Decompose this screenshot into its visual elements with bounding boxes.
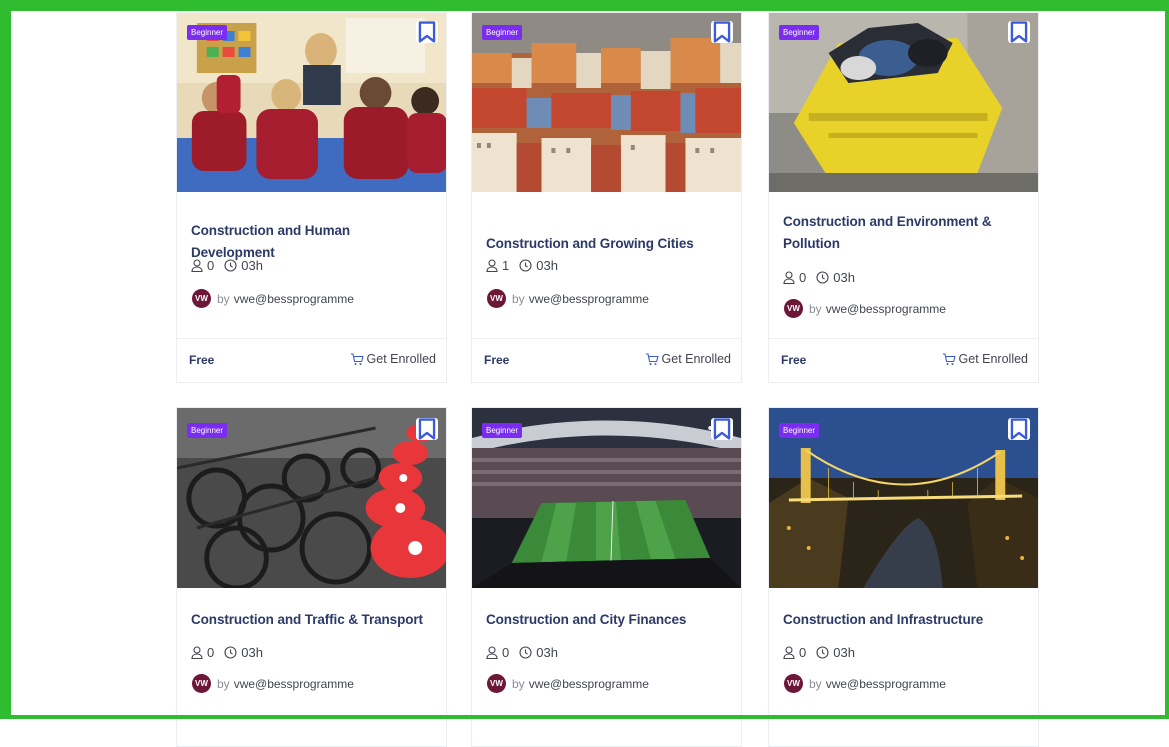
by-label: by [217, 676, 230, 691]
course-meta: 0 03h [191, 645, 263, 660]
user-icon [486, 646, 498, 659]
avatar: VW [192, 289, 211, 308]
course-thumbnail[interactable]: Beginner [769, 13, 1038, 192]
get-enrolled-button[interactable]: Get Enrolled [645, 352, 731, 366]
course-meta: 0 03h [783, 645, 855, 660]
student-count: 0 [207, 258, 215, 273]
get-enrolled-label: Get Enrolled [661, 352, 731, 366]
student-count: 0 [502, 645, 510, 660]
get-enrolled-label: Get Enrolled [366, 352, 436, 366]
level-badge: Beginner [779, 423, 820, 438]
course-duration: 03h [833, 645, 855, 660]
course-meta: 0 03h [486, 645, 558, 660]
student-count: 0 [207, 645, 215, 660]
course-duration: 03h [241, 645, 263, 660]
avatar: VW [487, 289, 506, 308]
course-duration: 03h [241, 258, 263, 273]
card-footer: Free Get Enrolled [177, 338, 446, 384]
course-thumbnail[interactable]: Beginner [472, 408, 741, 588]
course-author: VW by vwe@bessprogramme [487, 289, 649, 308]
bookmark-icon[interactable] [416, 21, 438, 43]
course-card[interactable]: Beginner Construction and Growing Cities… [471, 12, 742, 383]
course-card[interactable]: Beginner Construction and Traffic & Tran… [176, 407, 447, 747]
card-footer: Free Get Enrolled [769, 338, 1038, 384]
clock-icon [519, 259, 532, 272]
course-meta: 0 03h [191, 258, 263, 273]
get-enrolled-label: Get Enrolled [958, 352, 1028, 366]
bookmark-icon[interactable] [711, 21, 733, 43]
course-price: Free [484, 353, 510, 367]
course-title[interactable]: Construction and Growing Cities [486, 233, 731, 255]
course-card[interactable]: Beginner Construction and Human Developm… [176, 12, 447, 383]
author-name[interactable]: vwe@bessprogramme [234, 292, 354, 306]
course-duration: 03h [833, 270, 855, 285]
level-badge: Beginner [779, 25, 820, 40]
course-author: VW by vwe@bessprogramme [192, 674, 354, 693]
bookmark-icon[interactable] [711, 418, 733, 440]
student-count: 0 [799, 270, 807, 285]
level-badge: Beginner [187, 25, 228, 40]
author-name[interactable]: vwe@bessprogramme [529, 677, 649, 691]
course-title[interactable]: Construction and City Finances [486, 609, 731, 631]
bookmark-icon[interactable] [416, 418, 438, 440]
user-icon [191, 259, 203, 272]
clock-icon [816, 271, 829, 284]
course-title[interactable]: Construction and Traffic & Transport [191, 609, 436, 631]
course-card[interactable]: Beginner Construction and Environment & … [768, 12, 1039, 383]
course-thumbnail[interactable]: Beginner [472, 13, 741, 192]
course-duration: 03h [536, 645, 558, 660]
author-name[interactable]: vwe@bessprogramme [529, 292, 649, 306]
course-price: Free [189, 353, 215, 367]
course-meta: 1 03h [486, 258, 558, 273]
by-label: by [512, 676, 525, 691]
course-title[interactable]: Construction and Infrastructure [783, 609, 1028, 631]
bookmark-icon[interactable] [1008, 418, 1030, 440]
author-name[interactable]: vwe@bessprogramme [826, 302, 946, 316]
course-meta: 0 03h [783, 270, 855, 285]
user-icon [783, 646, 795, 659]
cart-icon [942, 352, 956, 365]
course-author: VW by vwe@bessprogramme [487, 674, 649, 693]
card-footer: Free Get Enrolled [472, 338, 741, 384]
cart-icon [350, 352, 364, 365]
course-author: VW by vwe@bessprogramme [784, 674, 946, 693]
course-author: VW by vwe@bessprogramme [192, 289, 354, 308]
level-badge: Beginner [482, 423, 523, 438]
student-count: 0 [799, 645, 807, 660]
course-thumbnail[interactable]: Beginner [769, 408, 1038, 588]
avatar: VW [487, 674, 506, 693]
level-badge: Beginner [482, 25, 523, 40]
course-thumbnail[interactable]: Beginner [177, 408, 446, 588]
user-icon [783, 271, 795, 284]
clock-icon [224, 646, 237, 659]
by-label: by [217, 291, 230, 306]
student-count: 1 [502, 258, 510, 273]
course-duration: 03h [536, 258, 558, 273]
course-price: Free [781, 353, 807, 367]
by-label: by [512, 291, 525, 306]
get-enrolled-button[interactable]: Get Enrolled [942, 352, 1028, 366]
user-icon [486, 259, 498, 272]
clock-icon [519, 646, 532, 659]
course-thumbnail[interactable]: Beginner [177, 13, 446, 192]
course-author: VW by vwe@bessprogramme [784, 299, 946, 318]
course-card[interactable]: Beginner Construction and City Finances … [471, 407, 742, 747]
course-card[interactable]: Beginner Construction and Infrastructure… [768, 407, 1039, 747]
cart-icon [645, 352, 659, 365]
avatar: VW [784, 299, 803, 318]
bookmark-icon[interactable] [1008, 21, 1030, 43]
course-title[interactable]: Construction and Environment & Pollution [783, 211, 1003, 255]
by-label: by [809, 676, 822, 691]
clock-icon [816, 646, 829, 659]
level-badge: Beginner [187, 423, 228, 438]
user-icon [191, 646, 203, 659]
clock-icon [224, 259, 237, 272]
get-enrolled-button[interactable]: Get Enrolled [350, 352, 436, 366]
avatar: VW [784, 674, 803, 693]
author-name[interactable]: vwe@bessprogramme [826, 677, 946, 691]
by-label: by [809, 301, 822, 316]
author-name[interactable]: vwe@bessprogramme [234, 677, 354, 691]
avatar: VW [192, 674, 211, 693]
